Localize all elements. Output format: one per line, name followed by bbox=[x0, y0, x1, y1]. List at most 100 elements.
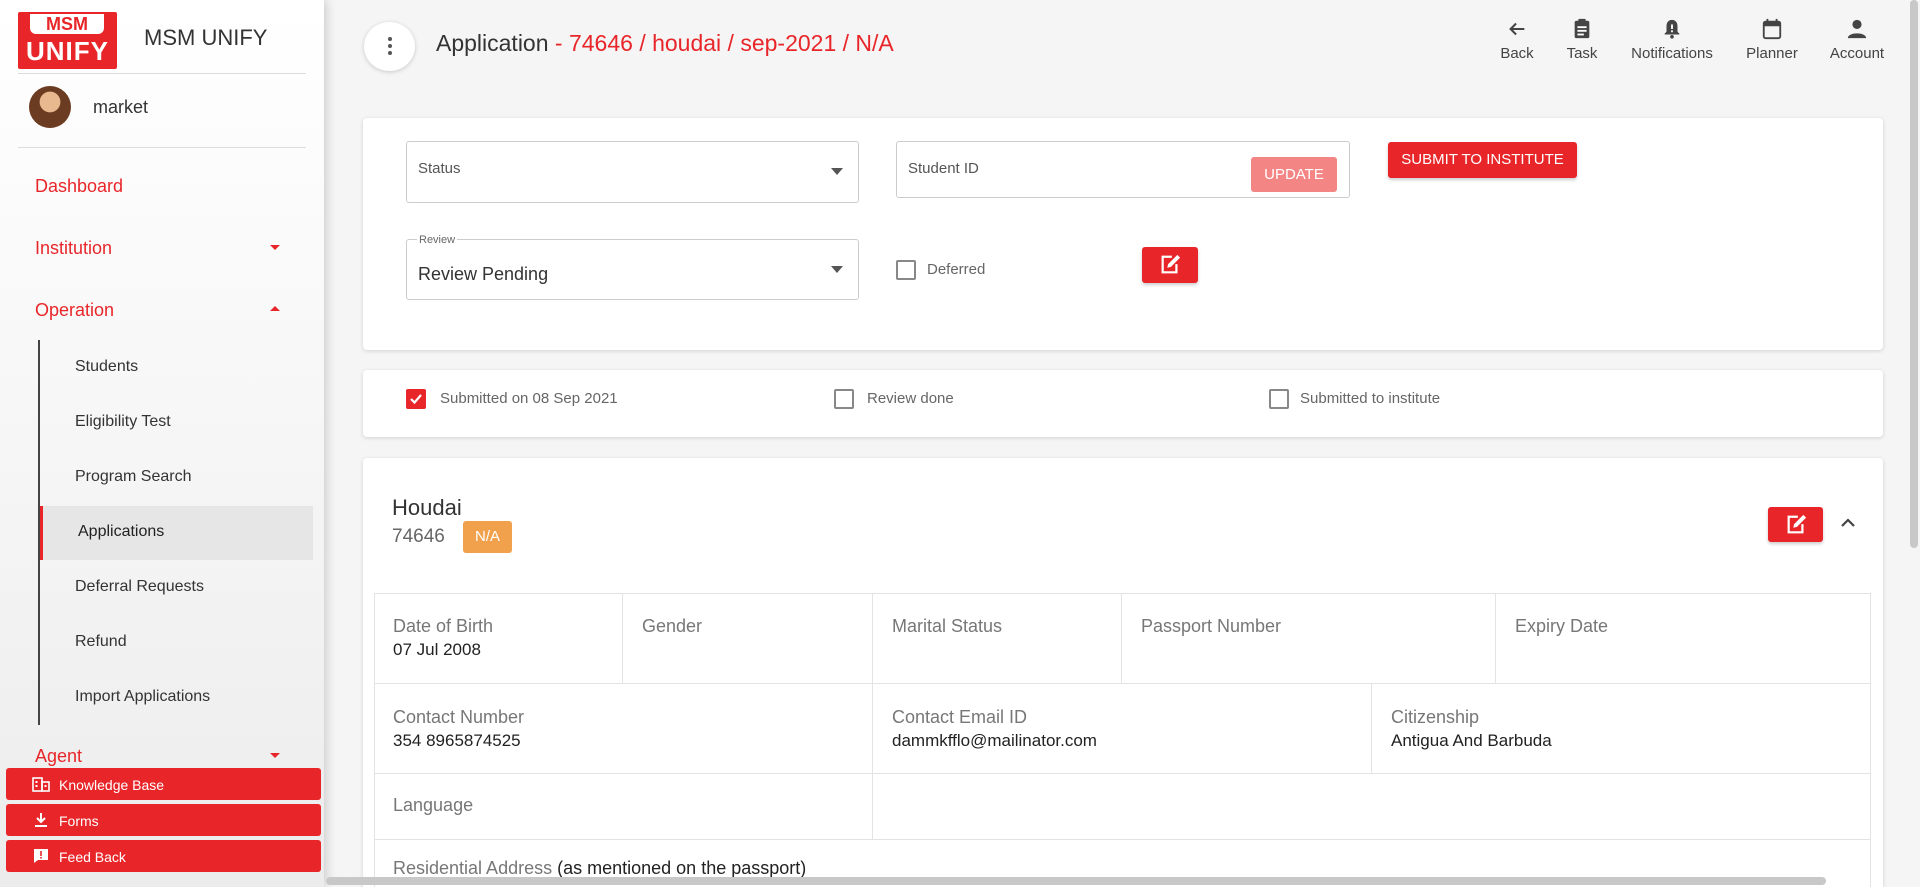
feedback-icon bbox=[34, 849, 48, 863]
deferred-label: Deferred bbox=[927, 261, 986, 278]
edit-icon bbox=[1161, 254, 1181, 274]
sidebar-item-applications[interactable]: Applications bbox=[40, 506, 313, 560]
sidebar-item-import-applications[interactable]: Import Applications bbox=[75, 688, 210, 706]
status-select[interactable]: Status bbox=[406, 141, 859, 203]
sidebar-item-operation[interactable]: Operation bbox=[35, 300, 114, 321]
chevron-up-icon[interactable] bbox=[1841, 516, 1855, 530]
forms-button[interactable]: Forms bbox=[6, 804, 321, 836]
dot bbox=[388, 51, 392, 55]
contact-email-label: Contact Email ID bbox=[892, 707, 1028, 727]
avatar[interactable] bbox=[29, 86, 71, 128]
expiry-date-label: Expiry Date bbox=[1515, 616, 1609, 636]
account-label: Account bbox=[1829, 45, 1885, 62]
bell-icon bbox=[1664, 19, 1680, 39]
knowledge-base-label: Knowledge Base bbox=[59, 777, 165, 793]
contact-number-label: Contact Number bbox=[393, 707, 525, 727]
submitted-to-institute-checkbox[interactable] bbox=[1269, 389, 1289, 409]
sidebar: MSM UNIFY MSM UNIFY market Dashboard Ins… bbox=[0, 0, 324, 887]
chevron-up-icon[interactable] bbox=[270, 306, 280, 311]
citizenship-value: Antigua And Barbuda bbox=[1391, 731, 1552, 750]
clipboard-icon bbox=[1574, 18, 1590, 39]
sidebar-item-label: Applications bbox=[78, 523, 165, 540]
contact-number-value: 354 8965874525 bbox=[393, 731, 521, 750]
download-icon bbox=[35, 813, 47, 827]
submit-to-institute-button[interactable]: SUBMIT TO INSTITUTE bbox=[1388, 142, 1577, 178]
sidebar-item-students[interactable]: Students bbox=[75, 358, 138, 376]
review-select[interactable]: Review Review Pending bbox=[406, 234, 859, 300]
student-name: Houdai bbox=[392, 495, 462, 520]
marital-status-cell: Marital Status bbox=[873, 593, 1122, 684]
review-done-checkbox[interactable] bbox=[834, 389, 854, 409]
sidebar-item-agent[interactable]: Agent bbox=[35, 746, 82, 767]
edit-button[interactable] bbox=[1142, 247, 1198, 283]
divider bbox=[18, 73, 306, 74]
status-label: Status bbox=[418, 160, 461, 177]
gender-label: Gender bbox=[642, 616, 703, 636]
sidebar-item-institution[interactable]: Institution bbox=[35, 238, 112, 259]
dot bbox=[388, 37, 392, 41]
knowledge-base-button[interactable]: Knowledge Base bbox=[6, 768, 321, 800]
back-label: Back bbox=[1500, 45, 1534, 62]
logo-top-text: MSM bbox=[30, 14, 104, 34]
horizontal-scrollbar[interactable] bbox=[326, 877, 1826, 885]
sidebar-item-refund[interactable]: Refund bbox=[75, 633, 127, 651]
sidebar-item-dashboard[interactable]: Dashboard bbox=[35, 176, 123, 197]
dob-cell: Date of Birth 07 Jul 2008 bbox=[374, 593, 623, 684]
feed-back-label: Feed Back bbox=[59, 849, 126, 865]
contact-email-cell: Contact Email ID dammkfflo@mailinator.co… bbox=[873, 684, 1372, 774]
sidebar-item-program-search[interactable]: Program Search bbox=[75, 468, 192, 486]
task-label: Task bbox=[1566, 45, 1598, 62]
passport-number-cell: Passport Number bbox=[1122, 593, 1496, 684]
residential-address-title: Residential Address (as mentioned on the… bbox=[393, 858, 806, 879]
page-title: Application - 74646 / houdai / sep-2021 … bbox=[436, 30, 894, 57]
sidebar-item-eligibility-test[interactable]: Eligibility Test bbox=[75, 413, 171, 431]
dot bbox=[388, 44, 392, 48]
citizenship-label: Citizenship bbox=[1391, 707, 1480, 727]
update-button[interactable]: UPDATE bbox=[1251, 157, 1337, 192]
edit-student-button[interactable] bbox=[1768, 507, 1823, 542]
submitted-checkbox[interactable] bbox=[406, 389, 426, 409]
application-form-card: Status Student ID UPDATE SUBMIT TO INSTI… bbox=[363, 118, 1883, 350]
deferred-checkbox[interactable] bbox=[896, 260, 916, 280]
dob-value: 07 Jul 2008 bbox=[393, 640, 481, 659]
language-empty-cell bbox=[873, 774, 1871, 840]
chevron-down-icon bbox=[831, 266, 843, 273]
submitted-to-institute-label: Submitted to institute bbox=[1300, 390, 1441, 407]
notifications-button[interactable]: Notifications bbox=[1629, 18, 1715, 62]
task-button[interactable]: Task bbox=[1564, 18, 1600, 62]
more-menu-button[interactable] bbox=[364, 22, 415, 71]
vertical-scrollbar[interactable] bbox=[1910, 0, 1918, 548]
marital-status-label: Marital Status bbox=[892, 616, 1003, 636]
sidebar-item-deferral-requests[interactable]: Deferral Requests bbox=[75, 578, 204, 596]
citizenship-cell: Citizenship Antigua And Barbuda bbox=[1372, 684, 1871, 774]
passport-number-label: Passport Number bbox=[1141, 616, 1282, 636]
account-button[interactable]: Account bbox=[1828, 18, 1886, 62]
calendar-icon bbox=[1762, 18, 1782, 40]
chevron-down-icon[interactable] bbox=[270, 753, 280, 758]
residential-address-label: Residential Address bbox=[393, 858, 553, 878]
review-value: Review Pending bbox=[418, 264, 549, 284]
contact-number-cell: Contact Number 354 8965874525 bbox=[374, 684, 873, 774]
student-id-field[interactable]: Student ID UPDATE bbox=[896, 141, 1350, 198]
student-details-table: Date of Birth 07 Jul 2008 Gender Marital… bbox=[374, 593, 1871, 887]
chevron-down-icon[interactable] bbox=[270, 245, 280, 250]
checkmark-icon bbox=[410, 394, 422, 405]
page-title-main: Application bbox=[436, 30, 549, 56]
submitted-label: Submitted on 08 Sep 2021 bbox=[440, 390, 618, 407]
application-progress-card: Submitted on 08 Sep 2021 Review done Sub… bbox=[363, 370, 1883, 437]
expiry-date-cell: Expiry Date bbox=[1496, 593, 1871, 684]
feed-back-button[interactable]: Feed Back bbox=[6, 840, 321, 872]
review-label: Review bbox=[417, 234, 458, 246]
building-icon bbox=[32, 777, 50, 792]
back-button[interactable]: Back bbox=[1499, 18, 1535, 62]
arrow-left-icon bbox=[1509, 22, 1525, 36]
gender-cell: Gender bbox=[623, 593, 873, 684]
edit-icon bbox=[1787, 514, 1807, 534]
msm-unify-logo[interactable]: MSM UNIFY bbox=[18, 12, 117, 69]
forms-label: Forms bbox=[59, 813, 99, 829]
planner-button[interactable]: Planner bbox=[1745, 18, 1799, 62]
user-name: market bbox=[93, 97, 149, 117]
chevron-down-icon bbox=[831, 168, 843, 175]
review-done-label: Review done bbox=[867, 390, 954, 407]
language-cell: Language bbox=[374, 774, 873, 840]
